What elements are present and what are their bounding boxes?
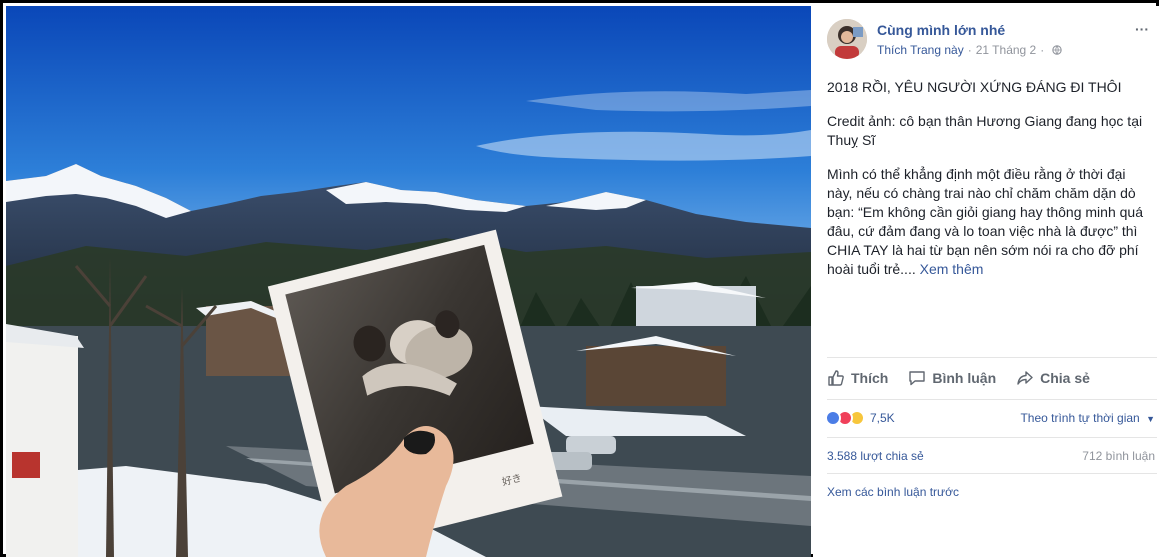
- post-body: 2018 RỒI, YÊU NGƯỜI XỨNG ĐÁNG ĐI THÔI Cr…: [827, 78, 1149, 294]
- divider: [827, 437, 1157, 438]
- like-reaction-icon: [825, 410, 841, 426]
- share-arrow-icon: [1017, 371, 1033, 385]
- comment-button[interactable]: Bình luận: [908, 369, 996, 387]
- like-page-link[interactable]: Thích Trang này: [877, 43, 964, 57]
- caret-down-icon: ▼: [1146, 414, 1155, 424]
- comment-bubble-icon: [909, 371, 926, 386]
- post-panel: Cùng mình lớn nhé Thích Trang này · 21 T…: [813, 6, 1159, 557]
- shares-count-link[interactable]: 3.588 lượt chia sẻ: [827, 449, 924, 463]
- share-button[interactable]: Chia sẻ: [1016, 369, 1090, 387]
- photo-illustration: 好き: [6, 6, 811, 557]
- reactions-summary[interactable]: 7,5K: [825, 410, 895, 426]
- comment-sort-dropdown[interactable]: Theo trình tự thời gian ▼: [1020, 411, 1155, 425]
- comment-button-label: Bình luận: [932, 370, 997, 386]
- meta-separator: ·: [967, 43, 972, 57]
- post-paragraph-text: Mình có thể khẳng định một điều rằng ở t…: [827, 166, 1143, 277]
- comments-count: 712 bình luận: [1082, 449, 1155, 463]
- post-paragraph: 2018 RỒI, YÊU NGƯỜI XỨNG ĐÁNG ĐI THÔI: [827, 79, 1122, 95]
- post-paragraph: Mình có thể khẳng định một điều rằng ở t…: [827, 165, 1149, 279]
- post-paragraph: Credit ảnh: cô bạn thân Hương Giang đang…: [827, 113, 1143, 148]
- share-button-label: Chia sẻ: [1040, 370, 1090, 386]
- like-button-label: Thích: [851, 370, 889, 386]
- post-date[interactable]: 21 Tháng 2: [976, 43, 1037, 57]
- view-previous-comments-link[interactable]: Xem các bình luận trước: [827, 485, 959, 499]
- action-bar: Thích Bình luận Chia sẻ: [827, 366, 1157, 390]
- post-meta: Thích Trang này · 21 Tháng 2 ·: [877, 43, 1062, 57]
- sort-label: Theo trình tự thời gian: [1020, 411, 1140, 425]
- see-more-link[interactable]: Xem thêm: [916, 261, 984, 277]
- post-photo[interactable]: 好き: [6, 6, 811, 557]
- divider: [827, 473, 1157, 474]
- page-name-link[interactable]: Cùng mình lớn nhé: [877, 22, 1005, 38]
- thumbs-up-icon: [828, 370, 844, 386]
- reactions-count: 7,5K: [870, 411, 895, 425]
- divider: [827, 399, 1157, 400]
- divider: [827, 357, 1157, 358]
- avatar-image: [827, 19, 867, 59]
- more-options-icon[interactable]: ···: [1135, 22, 1149, 36]
- meta-separator: ·: [1040, 43, 1045, 57]
- globe-icon[interactable]: [1052, 45, 1062, 55]
- post-viewer: 好き Cùng mình lớn nhé Thích Trang này · 2…: [0, 0, 1159, 557]
- like-button[interactable]: Thích: [827, 369, 888, 387]
- page-avatar[interactable]: [827, 19, 867, 59]
